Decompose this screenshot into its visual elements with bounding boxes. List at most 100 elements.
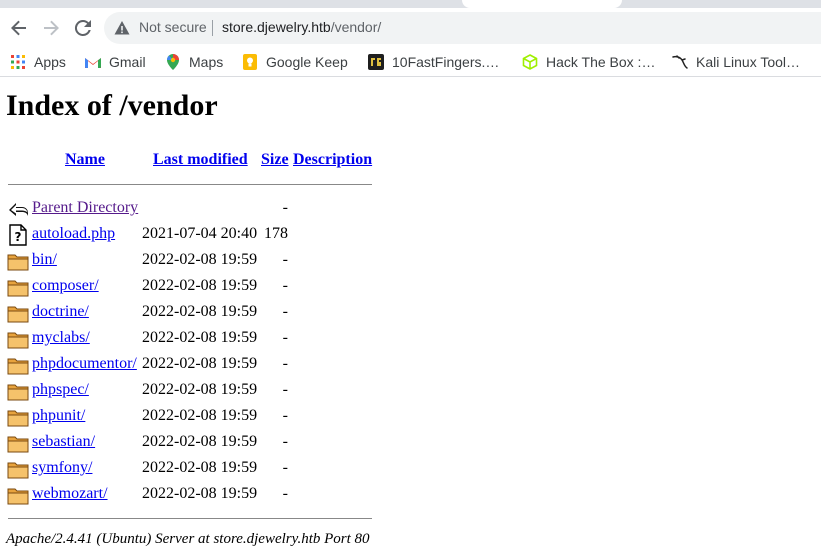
folder-link[interactable]: myclabs/ (32, 329, 90, 347)
last-modified: 2022-02-08 19:59 (142, 485, 258, 502)
apps-grid-icon (10, 54, 26, 70)
column-header-description[interactable]: Description (293, 151, 372, 169)
file-size: - (282, 277, 288, 294)
back-arrow-nav-icon (11, 20, 26, 36)
table-row: doctrine/2022-02-08 19:59 - (0, 301, 420, 325)
bookmark-10fastfingers[interactable]: 10FastFingers.… (368, 52, 499, 72)
page-content: Index of /vendor Name Last modified Size… (0, 77, 821, 556)
url-host: store.djewelry.htb (222, 19, 331, 35)
kali-dragon-icon (672, 54, 688, 70)
bookmark-label: Hack The Box :… (546, 54, 656, 70)
table-row: phpspec/2022-02-08 19:59 - (0, 379, 420, 403)
bookmark-label: Maps (189, 54, 224, 70)
bookmarks-bar: Apps Gmail Maps Google Keep 10FastFinger… (0, 48, 821, 77)
file-size: - (282, 303, 288, 320)
file-size: - (282, 485, 288, 502)
file-size: - (282, 329, 288, 346)
folder-icon (7, 436, 29, 453)
folder-link[interactable]: phpdocumentor/ (32, 355, 137, 373)
bookmark-label: Apps (34, 54, 66, 70)
last-modified: 2021-07-04 20:40 (142, 225, 258, 242)
file-size: - (282, 355, 288, 372)
last-modified: 2022-02-08 19:59 (142, 407, 258, 424)
gmail-icon (85, 54, 101, 70)
bookmark-kali-linux-tools[interactable]: Kali Linux Tool… (672, 52, 800, 72)
server-signature: Apache/2.4.41 (Ubuntu) Server at store.d… (6, 531, 370, 547)
footer-divider (8, 518, 372, 519)
table-row: composer/2022-02-08 19:59 - (0, 275, 420, 299)
folder-link[interactable]: bin/ (32, 251, 57, 269)
sort-by-modified-link[interactable]: Last modified (153, 151, 248, 168)
sort-by-size-link[interactable]: Size (261, 151, 289, 168)
folder-link[interactable]: composer/ (32, 277, 99, 295)
active-tab[interactable] (462, 0, 622, 8)
bookmark-label: Kali Linux Tool… (696, 54, 801, 70)
warning-triangle-icon[interactable] (114, 20, 130, 36)
file-size: - (282, 251, 288, 268)
folder-icon (7, 254, 29, 271)
reload-button[interactable] (71, 16, 95, 40)
last-modified: 2022-02-08 19:59 (142, 355, 258, 372)
last-modified: 2022-02-08 19:59 (142, 277, 258, 294)
folder-icon (7, 384, 29, 401)
table-row: ? autoload.php 2021-07-04 20:40 178 (0, 223, 420, 247)
file-size: - (282, 407, 288, 424)
table-row: phpunit/2022-02-08 19:59 - (0, 405, 420, 429)
unknown-file-icon: ? (9, 224, 27, 246)
folder-icon (7, 462, 29, 479)
last-modified: 2022-02-08 19:59 (142, 459, 258, 476)
bookmark-hackthebox[interactable]: Hack The Box :… (522, 52, 655, 72)
last-modified: 2022-02-08 19:59 (142, 303, 258, 320)
svg-text:?: ? (15, 230, 22, 244)
file-size: 178 (264, 225, 288, 242)
forward-arrow-icon (44, 20, 59, 36)
table-row: myclabs/2022-02-08 19:59 - (0, 327, 420, 351)
last-modified: 2022-02-08 19:59 (142, 251, 258, 268)
address-bar[interactable]: Not secure store.djewelry.htb/vendor/ (104, 12, 821, 44)
bookmark-gmail[interactable]: Gmail (85, 52, 146, 72)
folder-link[interactable]: webmozart/ (32, 485, 108, 503)
sort-by-description-link[interactable]: Description (293, 151, 372, 168)
folder-link[interactable]: phpspec/ (32, 381, 89, 399)
forward-button[interactable] (39, 16, 63, 40)
last-modified: 2022-02-08 19:59 (142, 381, 258, 398)
folder-link[interactable]: doctrine/ (32, 303, 89, 321)
folder-icon (7, 332, 29, 349)
column-header-name[interactable]: Name (65, 151, 105, 169)
not-secure-label[interactable]: Not secure (139, 19, 207, 35)
folder-icon (7, 410, 29, 427)
tab-strip (0, 0, 821, 8)
column-header-modified[interactable]: Last modified (153, 151, 248, 169)
file-size: - (282, 459, 288, 476)
back-arrow-icon (9, 203, 28, 216)
last-modified: 2022-02-08 19:59 (142, 329, 258, 346)
table-row: webmozart/2022-02-08 19:59 - (0, 483, 420, 507)
folder-icon (7, 306, 29, 323)
parent-directory-link[interactable]: Parent Directory (32, 199, 138, 217)
folder-icon (7, 488, 29, 505)
page-title: Index of /vendor (6, 89, 218, 122)
url-text[interactable]: store.djewelry.htb/vendor/ (222, 19, 381, 35)
keep-icon (242, 54, 258, 70)
file-size: - (282, 381, 288, 398)
maps-pin-icon (165, 54, 181, 70)
folder-link[interactable]: sebastian/ (32, 433, 95, 451)
bookmark-label: 10FastFingers.… (392, 54, 500, 70)
table-row: bin/2022-02-08 19:59 - (0, 249, 420, 273)
back-button[interactable] (7, 16, 31, 40)
folder-link[interactable]: symfony/ (32, 459, 92, 477)
browser-toolbar: Not secure store.djewelry.htb/vendor/ (0, 8, 821, 48)
bookmark-apps[interactable]: Apps (10, 52, 66, 72)
bookmark-label: Gmail (109, 54, 146, 70)
sort-by-name-link[interactable]: Name (65, 151, 105, 168)
column-header-size[interactable]: Size (261, 151, 289, 169)
folder-link[interactable]: phpunit/ (32, 407, 85, 425)
bookmark-google-keep[interactable]: Google Keep (242, 52, 348, 72)
file-link[interactable]: autoload.php (32, 225, 115, 243)
file-size: - (282, 433, 288, 450)
url-path: /vendor/ (330, 19, 382, 35)
table-row: sebastian/2022-02-08 19:59 - (0, 431, 420, 455)
table-row: phpdocumentor/2022-02-08 19:59 - (0, 353, 420, 377)
bookmark-maps[interactable]: Maps (165, 52, 223, 72)
omnibox-separator (212, 20, 213, 36)
